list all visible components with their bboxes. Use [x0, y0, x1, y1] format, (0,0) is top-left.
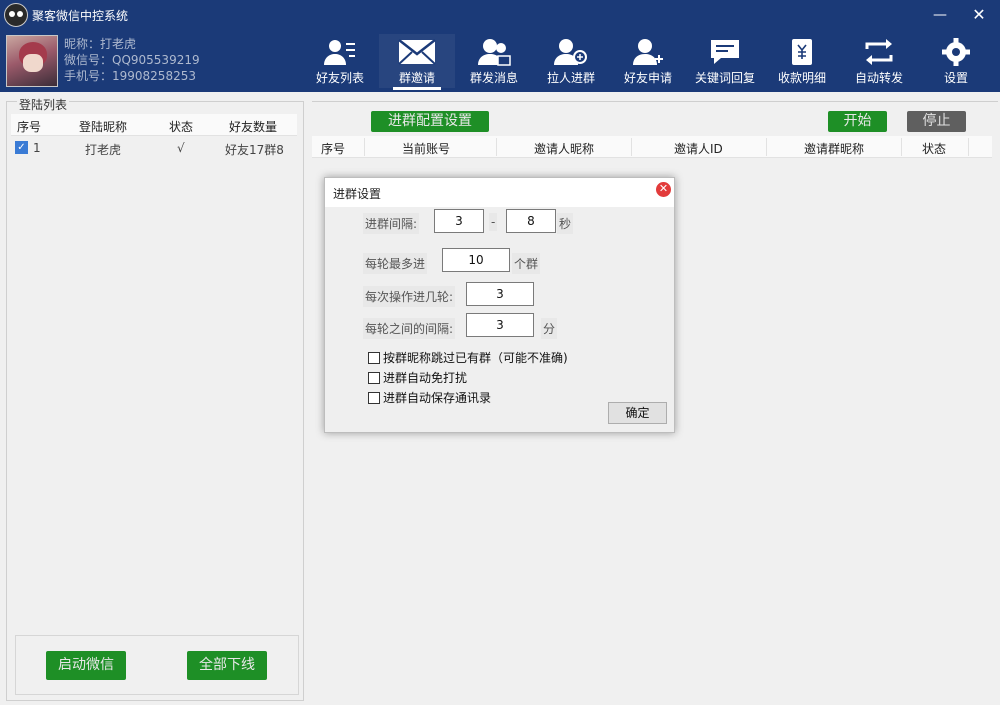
round-gap-input[interactable]: 3 — [466, 313, 534, 337]
row-index: 1 — [33, 141, 41, 155]
row-checkbox[interactable]: ✓ — [15, 141, 28, 154]
header-toolbar: 昵称：打老虎 微信号：QQ905539219 手机号：19908258253 好… — [0, 30, 1000, 92]
gear-icon — [942, 38, 970, 66]
col-invite-group-nickname: 邀请群昵称 — [804, 142, 865, 156]
nav-label: 拉人进群 — [546, 71, 595, 85]
nav-auto-forward[interactable]: 自动转发 — [841, 34, 917, 88]
nav-group-invite[interactable]: 群邀请 — [379, 34, 455, 90]
interval-min-input[interactable]: 3 — [434, 209, 484, 233]
keyword-reply-icon — [711, 40, 739, 64]
skip-existing-checkbox[interactable]: 按群昵称跳过已有群（可能不准确) — [368, 349, 568, 366]
nav-keyword-reply[interactable]: 关键词回复 — [687, 34, 763, 88]
col-index: 序号 — [321, 142, 346, 156]
user-phone: 手机号：19908258253 — [64, 69, 196, 83]
nav-label: 自动转发 — [854, 71, 903, 85]
title-bar: 聚客微信中控系统 — ✕ — [0, 0, 1000, 30]
minimize-button[interactable]: — — [929, 4, 951, 26]
window-title: 聚客微信中控系统 — [32, 9, 129, 23]
nav-label: 好友申请 — [623, 71, 672, 85]
nav-friend-request[interactable]: 好友申请 — [610, 34, 686, 88]
rounds-label: 每次操作进几轮: — [363, 286, 456, 307]
col-inviter-nickname: 邀请人昵称 — [534, 142, 595, 156]
table-row[interactable]: ✓ 1 打老虎 √ 好友17群8 — [11, 138, 297, 158]
add-friend-icon — [633, 39, 663, 65]
group-unit: 个群 — [512, 253, 541, 274]
close-icon[interactable]: ✕ — [656, 182, 671, 197]
app-logo-icon — [4, 3, 28, 27]
user-info: 昵称：打老虎 微信号：QQ905539219 手机号：19908258253 — [64, 36, 200, 84]
user-list-icon — [324, 40, 355, 65]
stop-button[interactable]: 停止 — [907, 111, 966, 132]
nav-payment-detail[interactable]: 收款明细 — [764, 34, 840, 88]
avatar — [6, 35, 58, 87]
row-status: √ — [177, 141, 185, 155]
login-list-header: 序号 登陆昵称 状态 好友数量 — [11, 114, 297, 136]
login-list-title: 登陆列表 — [17, 96, 70, 113]
col-status: 状态 — [922, 142, 947, 156]
dialog-title-bar: 进群设置 ✕ — [325, 178, 674, 207]
nav-pull-into-group[interactable]: 拉人进群 — [533, 34, 609, 88]
col-index: 序号 — [17, 120, 42, 134]
ok-button[interactable]: 确定 — [608, 402, 667, 424]
min-unit: 分 — [541, 318, 558, 339]
login-list-panel: 登陆列表 序号 登陆昵称 状态 好友数量 ✓ 1 打老虎 √ 好友17群8 启动… — [6, 96, 304, 701]
start-button[interactable]: 开始 — [828, 111, 887, 132]
col-inviter-id: 邀请人ID — [674, 142, 723, 156]
auto-mute-checkbox[interactable]: 进群自动免打扰 — [368, 369, 467, 386]
nav-label: 关键词回复 — [694, 71, 755, 85]
pull-into-group-icon — [554, 39, 587, 65]
auto-forward-icon — [865, 39, 893, 65]
interval-dash: - — [489, 213, 498, 231]
nav-label: 收款明细 — [777, 71, 826, 85]
group-invite-icon — [398, 39, 436, 65]
group-message-icon — [478, 39, 511, 66]
sec-unit: 秒 — [557, 213, 574, 234]
max-per-round-label: 每轮最多进 — [363, 253, 428, 274]
auto-save-contacts-checkbox[interactable]: 进群自动保存通讯录 — [368, 389, 491, 406]
all-offline-button[interactable]: 全部下线 — [187, 651, 267, 680]
round-gap-label: 每轮之间的间隔: — [363, 318, 456, 339]
nav-settings[interactable]: 设置 — [918, 34, 994, 88]
nav-label: 群邀请 — [379, 69, 455, 90]
close-window-button[interactable]: ✕ — [968, 4, 990, 26]
nav-label: 设置 — [943, 71, 968, 85]
row-nickname: 打老虎 — [85, 143, 122, 157]
user-nickname: 昵称：打老虎 — [64, 37, 137, 51]
max-per-round-input[interactable]: 10 — [442, 248, 510, 272]
interval-max-input[interactable]: 8 — [506, 209, 556, 233]
nav-group-message[interactable]: 群发消息 — [456, 34, 532, 88]
row-friends: 好友17群8 — [225, 143, 284, 157]
dialog-title: 进群设置 — [333, 187, 382, 201]
rounds-input[interactable]: 3 — [466, 282, 534, 306]
group-settings-dialog: 进群设置 ✕ 进群间隔: 3 - 8 秒 每轮最多进 10 个群 每次操作进几轮… — [324, 177, 675, 433]
col-nickname: 登陆昵称 — [79, 120, 128, 134]
user-wechat-id: 微信号：QQ905539219 — [64, 53, 200, 67]
payment-detail-icon — [792, 39, 812, 65]
col-status: 状态 — [169, 120, 194, 134]
col-friends: 好友数量 — [229, 120, 278, 134]
nav-label: 好友列表 — [315, 71, 364, 85]
invite-table-header: 序号 当前账号 邀请人昵称 邀请人ID 邀请群昵称 状态 — [312, 136, 992, 158]
nav-friend-list[interactable]: 好友列表 — [302, 34, 378, 88]
group-config-button[interactable]: 进群配置设置 — [371, 111, 489, 132]
login-actions: 启动微信 全部下线 — [15, 635, 299, 695]
nav-label: 群发消息 — [469, 71, 518, 85]
col-current-account: 当前账号 — [402, 142, 451, 156]
interval-label: 进群间隔: — [363, 213, 420, 234]
start-wechat-button[interactable]: 启动微信 — [46, 651, 126, 680]
